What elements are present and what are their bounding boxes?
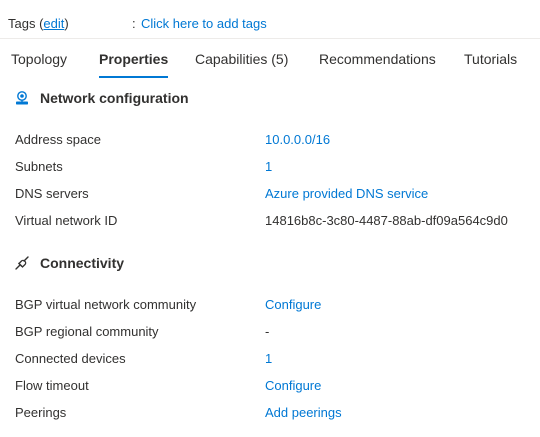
row-subnets: Subnets 1 <box>15 159 535 179</box>
tags-label-suffix: ) <box>64 16 69 31</box>
flow-timeout-label: Flow timeout <box>15 378 89 393</box>
dns-servers-value[interactable]: Azure provided DNS service <box>265 186 428 201</box>
bgp-virtual-network-community-label: BGP virtual network community <box>15 297 197 312</box>
row-flow-timeout: Flow timeout Configure <box>15 378 535 398</box>
dns-servers-label: DNS servers <box>15 186 89 201</box>
row-connected-devices: Connected devices 1 <box>15 351 535 371</box>
network-configuration-title: Network configuration <box>40 90 189 106</box>
row-dns-servers: DNS servers Azure provided DNS service <box>15 186 535 206</box>
tab-capabilities[interactable]: Capabilities (5) <box>195 44 288 78</box>
tabs-divider <box>0 38 540 39</box>
tab-properties[interactable]: Properties <box>99 44 169 78</box>
network-config-icon <box>14 90 30 106</box>
connectivity-title: Connectivity <box>40 255 125 271</box>
tab-bar: Topology Properties Capabilities (5) Rec… <box>0 44 540 78</box>
edit-tags-link[interactable]: edit <box>43 16 64 31</box>
subnets-value[interactable]: 1 <box>265 159 272 174</box>
row-peerings: Peerings Add peerings <box>15 405 535 425</box>
tags-label-prefix: Tags ( <box>8 16 44 31</box>
address-space-label: Address space <box>15 132 101 147</box>
network-configuration-header: Network configuration <box>14 87 189 109</box>
row-virtual-network-id: Virtual network ID 14816b8c-3c80-4487-88… <box>15 213 535 233</box>
virtual-network-id-value: 14816b8c-3c80-4487-88ab-df09a564c9d0 <box>265 213 508 228</box>
subnets-label: Subnets <box>15 159 63 174</box>
peerings-label: Peerings <box>15 405 67 420</box>
address-space-value[interactable]: 10.0.0.0/16 <box>265 132 330 147</box>
bgp-regional-community-label: BGP regional community <box>15 324 159 339</box>
flow-timeout-configure-link[interactable]: Configure <box>265 378 321 393</box>
virtual-network-id-label: Virtual network ID <box>15 213 118 228</box>
tags-separator: : <box>132 16 136 31</box>
connectivity-header: Connectivity <box>14 252 124 274</box>
bgp-virtual-network-community-configure-link[interactable]: Configure <box>265 297 321 312</box>
tags-label: Tags (edit) <box>8 16 69 31</box>
row-bgp-virtual-network-community: BGP virtual network community Configure <box>15 297 535 317</box>
connected-devices-label: Connected devices <box>15 351 126 366</box>
bgp-regional-community-value: - <box>265 324 270 339</box>
connectivity-icon <box>14 255 30 271</box>
add-tags-link[interactable]: Click here to add tags <box>141 16 267 31</box>
tab-tutorials[interactable]: Tutorials <box>464 44 517 78</box>
connected-devices-value[interactable]: 1 <box>265 351 272 366</box>
tab-topology[interactable]: Topology <box>11 44 67 78</box>
row-bgp-regional-community: BGP regional community - <box>15 324 535 344</box>
tab-recommendations[interactable]: Recommendations <box>319 44 436 78</box>
add-peerings-link[interactable]: Add peerings <box>265 405 342 420</box>
row-address-space: Address space 10.0.0.0/16 <box>15 132 535 152</box>
